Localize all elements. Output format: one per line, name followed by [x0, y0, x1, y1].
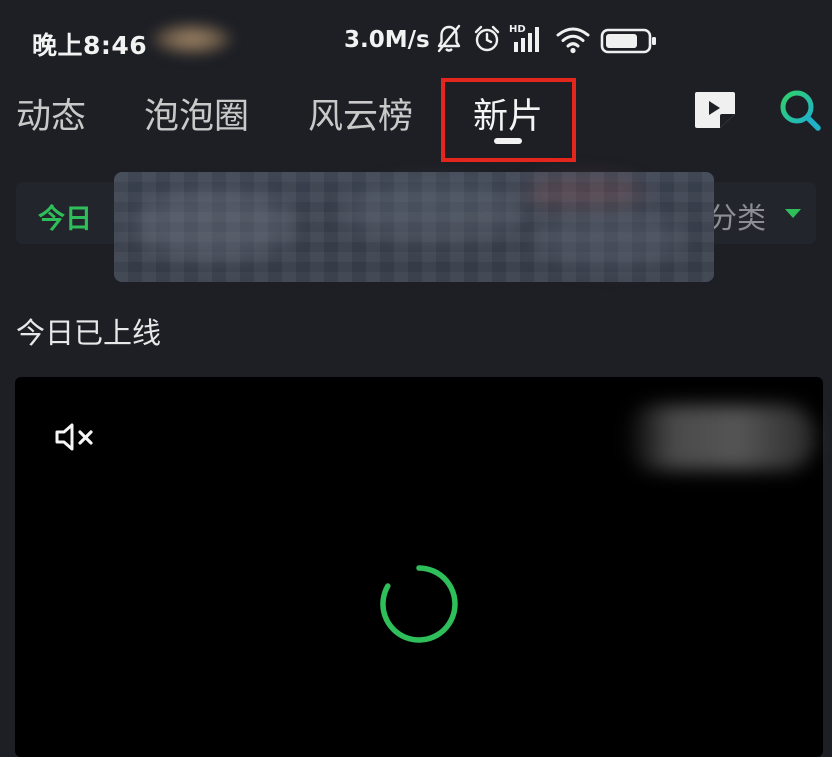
- hd-signal-icon: HD: [508, 22, 546, 58]
- loading-spinner-icon: [378, 563, 460, 649]
- network-speed: 3.0M/s: [344, 27, 430, 53]
- tab-dongtai[interactable]: 动态: [16, 88, 86, 139]
- tab-paopaoquan[interactable]: 泡泡圈: [144, 88, 249, 139]
- status-time: 晚上8:46: [32, 31, 148, 60]
- caret-down-icon: [785, 209, 801, 218]
- category-dropdown[interactable]: 分类: [708, 195, 766, 237]
- redacted-overlay: [114, 172, 714, 282]
- filter-today[interactable]: 今日: [38, 197, 92, 236]
- search-icon[interactable]: [778, 88, 824, 138]
- highlight-annotation-box: [441, 78, 576, 162]
- wifi-icon: [556, 26, 590, 58]
- video-collection-icon[interactable]: [692, 88, 738, 136]
- status-bar: 晚上8:46 3.0M/s HD: [0, 0, 832, 84]
- alarm-icon: [472, 24, 502, 58]
- blurred-notification: [150, 22, 234, 56]
- blurred-watermark: [625, 405, 815, 470]
- tab-fengyunbang[interactable]: 风云榜: [308, 88, 413, 139]
- svg-text:HD: HD: [509, 24, 526, 35]
- volume-muted-icon[interactable]: [54, 422, 98, 456]
- bell-muted-icon: [436, 24, 462, 58]
- battery-icon: [600, 28, 658, 58]
- section-title: 今日已上线: [16, 316, 162, 350]
